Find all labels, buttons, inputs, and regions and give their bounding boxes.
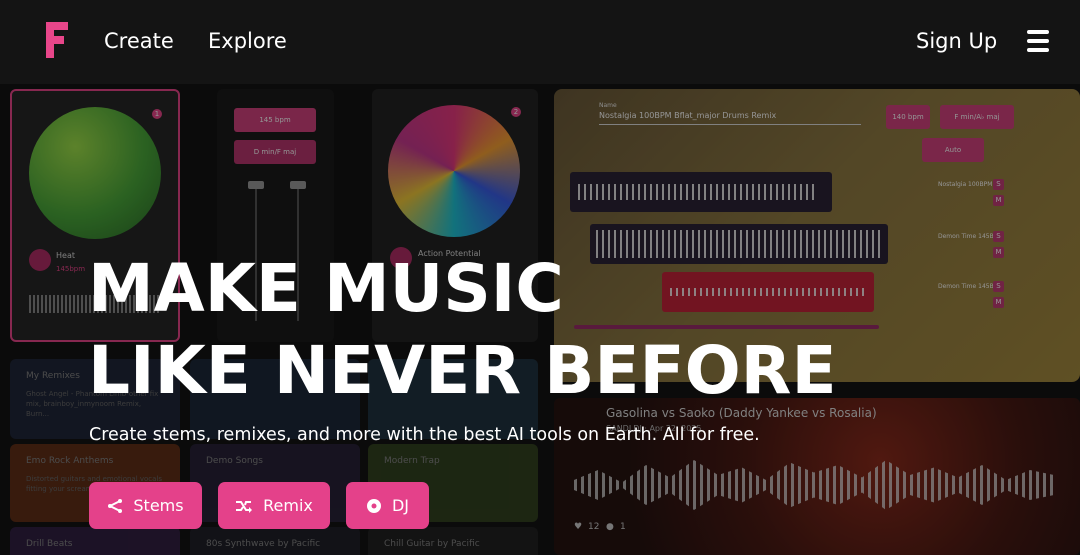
dj-button[interactable]: DJ	[346, 482, 429, 529]
deck-number-badge: 2	[511, 107, 521, 117]
remix-icon	[236, 500, 253, 513]
mixer-key: D min/F maj	[234, 140, 316, 164]
playlist-title: Modern Trap	[384, 456, 440, 466]
top-navigation: Create Explore Sign Up	[0, 0, 1080, 84]
fadr-logo[interactable]	[46, 22, 72, 58]
playlist-title: 80s Synthwave by Pacific	[206, 539, 321, 549]
deck-number-badge: 1	[152, 109, 162, 119]
hero-headline: MAKE MUSIC LIKE NEVER BEFORE	[88, 248, 837, 412]
solo-button: S	[993, 281, 1004, 292]
featured-remix-card: Gasolina vs Saoko (Daddy Yankee vs Rosal…	[554, 398, 1080, 555]
logo-f-icon	[46, 22, 68, 58]
track-name: Nostalgia 100BPM B	[938, 181, 999, 188]
playlist-tile: Chill Guitar by Pacific	[368, 527, 538, 555]
editor-key: F min/A♭ maj	[940, 105, 1014, 129]
deck-track-title: Heat	[56, 251, 75, 260]
stems-button[interactable]: Stems	[89, 482, 202, 529]
track-name: Demon Time 145BP	[938, 283, 998, 290]
dj-button-label: DJ	[391, 496, 410, 515]
editor-name-label: Name	[599, 102, 617, 109]
playlist-tile: 80s Synthwave by Pacific	[190, 527, 360, 555]
mute-button: M	[993, 195, 1004, 206]
editor-bpm: 140 bpm	[886, 105, 930, 129]
editor-auto: Auto	[922, 138, 984, 162]
nav-create-link[interactable]: Create	[104, 29, 174, 53]
vinyl-disc-icon	[366, 498, 381, 513]
mute-button: M	[993, 297, 1004, 308]
playlist-title: Demo Songs	[206, 456, 263, 466]
editor-name-field: Nostalgia 100BPM Bflat_major Drums Remix	[599, 111, 861, 125]
nav-explore-link[interactable]: Explore	[208, 29, 287, 53]
playlist-tile: Drill Beats	[10, 527, 180, 555]
playlist-title: Drill Beats	[26, 539, 73, 549]
deck-artwork-orb	[29, 107, 161, 239]
stems-icon	[108, 498, 123, 513]
comment-count: 1	[620, 522, 626, 532]
track-name: Demon Time 145BP	[938, 233, 998, 240]
playlist-title: Emo Rock Anthems	[26, 456, 114, 466]
mute-button: M	[993, 247, 1004, 258]
hero-headline-line1: MAKE MUSIC	[88, 250, 564, 327]
playlist-title: My Remixes	[26, 371, 80, 381]
pause-icon	[29, 249, 51, 271]
like-count: 12	[588, 522, 600, 532]
hamburger-menu-icon[interactable]	[1027, 30, 1049, 52]
deck-artwork-orb	[388, 105, 520, 237]
like-icon: ♥	[574, 522, 583, 532]
mixer-fader-knob	[290, 181, 306, 189]
sign-up-link[interactable]: Sign Up	[916, 29, 997, 53]
mixer-bpm: 145 bpm	[234, 108, 316, 132]
deck-track-bpm: 145bpm	[56, 265, 86, 273]
track-waveform-lines	[578, 184, 818, 200]
mixer-fader-knob	[248, 181, 264, 189]
hero-subtitle: Create stems, remixes, and more with the…	[89, 425, 760, 445]
featured-remix-waveform	[574, 460, 1054, 510]
comment-icon: ●	[606, 522, 614, 532]
remix-button[interactable]: Remix	[218, 482, 330, 529]
stems-button-label: Stems	[133, 496, 184, 515]
solo-button: S	[993, 231, 1004, 242]
remix-button-label: Remix	[263, 496, 313, 515]
playlist-title: Chill Guitar by Pacific	[384, 539, 480, 549]
solo-button: S	[993, 179, 1004, 190]
hero-headline-line2: LIKE NEVER BEFORE	[88, 332, 837, 409]
